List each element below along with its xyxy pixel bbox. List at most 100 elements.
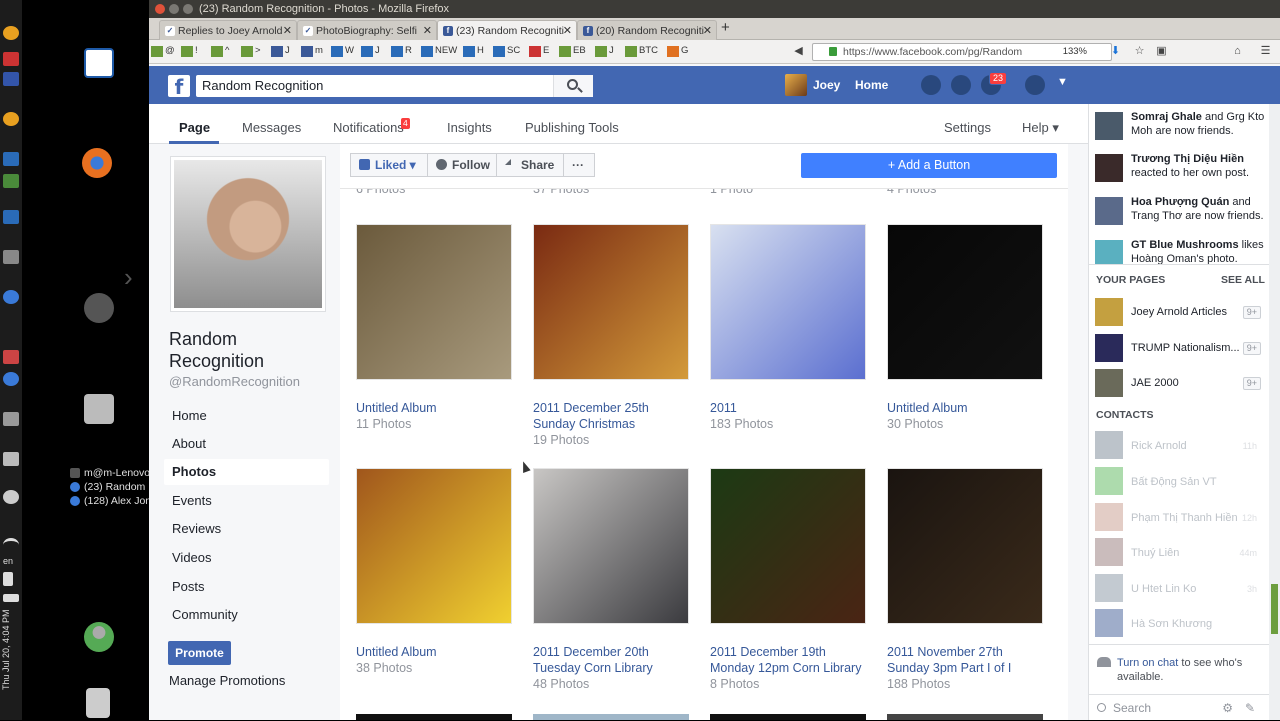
bookmark-icon[interactable] <box>667 46 679 57</box>
bookmark-icon[interactable] <box>181 46 193 57</box>
tab-messages[interactable]: Messages <box>242 120 301 135</box>
app-icon[interactable] <box>3 152 19 166</box>
bookmark-label[interactable]: W <box>345 45 354 56</box>
bookmark-icon[interactable] <box>151 46 163 57</box>
ticker-item[interactable]: Trương Thị Diệu Hiền reacted to her own … <box>1095 152 1269 182</box>
bookmark-label[interactable]: ^ <box>225 45 229 56</box>
album-thumbnail[interactable] <box>710 224 866 380</box>
browser-tab[interactable]: f (20) Random Recogniti ✕ <box>577 20 717 40</box>
bookmark-label[interactable]: G <box>681 45 688 56</box>
nav-about[interactable]: About <box>164 431 329 457</box>
bookmark-icon[interactable] <box>529 46 541 57</box>
document-icon[interactable] <box>84 48 114 78</box>
app-icon[interactable] <box>3 250 19 264</box>
compose-icon[interactable]: ✎ <box>1245 695 1255 721</box>
bookmark-label[interactable]: EB <box>573 45 586 56</box>
your-page-item[interactable]: TRUMP Nationalism... 9+ <box>1095 334 1271 362</box>
messenger-icon[interactable] <box>951 75 971 95</box>
zoom-level[interactable]: 133% <box>1063 44 1087 60</box>
album-thumbnail[interactable] <box>533 468 689 624</box>
bookmark-icon[interactable] <box>493 46 505 57</box>
download-icon[interactable]: ⬇ <box>1109 45 1122 58</box>
see-all-link[interactable]: SEE ALL <box>1221 274 1265 286</box>
app-icon[interactable] <box>3 112 19 126</box>
your-page-item[interactable]: JAE 2000 9+ <box>1095 369 1271 397</box>
profile-picture[interactable] <box>170 156 326 312</box>
bookmark-label[interactable]: J <box>609 45 614 56</box>
bookmark-icon[interactable] <box>301 46 313 57</box>
album-thumbnail[interactable] <box>887 224 1043 380</box>
album-title[interactable]: Untitled Album <box>356 644 516 660</box>
album-title[interactable]: 2011 December 20th Tuesday Corn Library <box>533 644 693 676</box>
home-icon[interactable]: ⌂ <box>1231 45 1244 58</box>
ticker-item[interactable]: Hoa Phượng Quán and Trang Thơ are now fr… <box>1095 195 1269 225</box>
album-thumbnail[interactable] <box>710 468 866 624</box>
new-tab-button[interactable]: + <box>721 19 730 36</box>
browser-tab[interactable]: ✓ PhotoBiography: Selfi ✕ <box>297 20 437 40</box>
tab-help[interactable]: Help ▾ <box>1022 120 1059 136</box>
nav-posts[interactable]: Posts <box>164 574 329 600</box>
ticker-item[interactable]: Somraj Ghale and Grg Kto Moh are now fri… <box>1095 110 1269 140</box>
album-card[interactable]: Untitled Album 30 Photos <box>887 224 1047 432</box>
album-thumbnail[interactable] <box>533 224 689 380</box>
clock[interactable]: Thu Jul 20, 4:04 PM <box>1 600 21 700</box>
promote-button[interactable]: Promote <box>168 641 231 665</box>
tab-notifications[interactable]: Notifications <box>333 120 404 135</box>
app-icon[interactable] <box>3 72 19 86</box>
album-card[interactable]: 2011 December 25th Sunday Christmas 19 Ph… <box>533 224 693 448</box>
account-menu-chevron-icon[interactable]: ▼ <box>1057 76 1068 88</box>
bookmark-label[interactable]: R <box>405 45 412 56</box>
album-title[interactable]: Untitled Album <box>356 400 516 416</box>
search-input[interactable]: Random Recognition <box>196 75 593 97</box>
album-title[interactable]: 2011 November 27th Sunday 3pm Part I of … <box>887 644 1047 676</box>
album-thumbnail[interactable] <box>356 468 512 624</box>
trash-icon[interactable] <box>86 688 110 718</box>
scrollbar-thumb[interactable] <box>1271 584 1278 634</box>
bookmark-icon[interactable] <box>595 46 607 57</box>
menu-icon[interactable]: ☰ <box>1259 45 1272 58</box>
friend-requests-icon[interactable] <box>921 75 941 95</box>
album-thumbnail[interactable] <box>533 714 689 720</box>
album-title[interactable]: Untitled Album <box>887 400 1047 416</box>
app-icon[interactable] <box>3 350 19 364</box>
contact-item[interactable]: U Htet Lin Ko 3h <box>1095 574 1271 604</box>
app-icon[interactable] <box>3 412 19 426</box>
close-window-button[interactable] <box>155 4 165 14</box>
album-card[interactable]: 2011 December 19th Monday 12pm Corn Libr… <box>710 468 870 692</box>
album-card[interactable]: Untitled Album 38 Photos <box>356 468 516 676</box>
bookmark-label[interactable]: NEW <box>435 45 457 56</box>
browser-tab[interactable]: ✓ Replies to Joey Arnold ✕ <box>159 20 297 40</box>
page-title[interactable]: Random Recognition <box>169 328 329 372</box>
home-link[interactable]: Home <box>855 78 888 92</box>
ticker-item[interactable]: GT Blue Mushrooms likes Hoàng Oman's pho… <box>1095 238 1269 264</box>
album-card[interactable]: Untitled Album 11 Photos <box>356 224 516 432</box>
bookmark-icon[interactable] <box>391 46 403 57</box>
bookmark-icon[interactable] <box>463 46 475 57</box>
app-icon[interactable] <box>3 490 19 504</box>
bookmark-icon[interactable] <box>625 46 637 57</box>
app-icon[interactable] <box>3 290 19 304</box>
contact-item[interactable]: Bất Động Sản VT <box>1095 467 1271 497</box>
album-card[interactable]: 2011 183 Photos <box>710 224 870 432</box>
gear-icon[interactable]: ⚙ <box>1222 695 1233 721</box>
profile-link[interactable]: Joey <box>785 74 840 96</box>
nav-community[interactable]: Community <box>164 602 329 628</box>
bookmark-label[interactable]: BTC <box>639 45 658 56</box>
bookmark-label[interactable]: J <box>375 45 380 56</box>
nav-photos[interactable]: Photos <box>164 459 329 485</box>
bookmark-label[interactable]: SC <box>507 45 520 56</box>
contact-item[interactable]: Thuý Liên 44m <box>1095 538 1271 568</box>
volume-icon[interactable] <box>3 572 13 586</box>
close-tab-icon[interactable]: ✕ <box>563 21 572 40</box>
bookmark-label[interactable]: H <box>477 45 484 56</box>
album-thumbnail[interactable] <box>887 468 1043 624</box>
follow-button[interactable]: Follow <box>427 153 497 177</box>
nav-videos[interactable]: Videos <box>164 545 329 571</box>
browser-tab-active[interactable]: f (23) Random Recogniti ✕ <box>437 20 577 40</box>
chevron-right-icon[interactable]: › <box>124 262 133 293</box>
app-icon[interactable] <box>3 52 19 66</box>
page-scrollbar[interactable] <box>1269 104 1280 720</box>
firefox-icon[interactable] <box>82 148 112 178</box>
liked-button[interactable]: Liked ▾ <box>350 153 428 177</box>
album-thumbnail[interactable] <box>710 714 866 720</box>
